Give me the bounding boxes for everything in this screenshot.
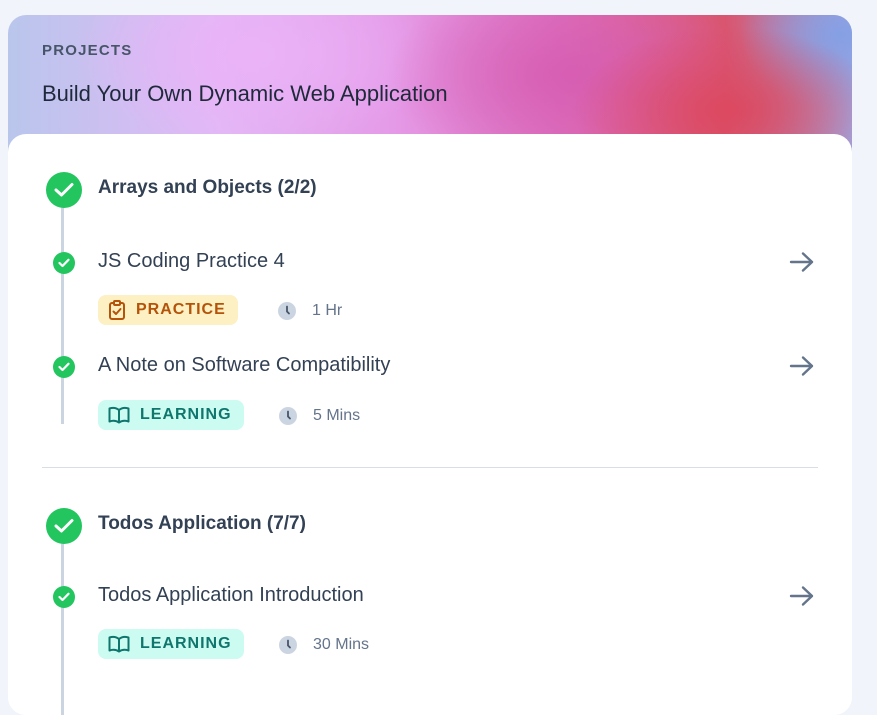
arrow-right-icon[interactable] [786, 246, 818, 278]
item-title[interactable]: JS Coding Practice 4 [98, 250, 285, 273]
badge-label: PRACTICE [136, 301, 226, 318]
clock-icon [279, 407, 297, 425]
list-item-js-coding-practice-4[interactable]: JS Coding Practice 4 PRACTICE 1 Hr [8, 250, 852, 348]
banner-eyebrow: PROJECTS [42, 42, 133, 59]
duration-text: 5 Mins [313, 407, 361, 424]
section-title: Arrays and Objects (2/2) [98, 177, 317, 198]
duration: 30 Mins [279, 636, 369, 654]
duration: 5 Mins [279, 407, 360, 425]
clock-icon [278, 302, 296, 320]
item-complete-check-icon [53, 356, 75, 378]
type-badge-practice: PRACTICE [98, 295, 238, 325]
list-item-todos-introduction[interactable]: Todos Application Introduction LEARNING … [8, 584, 852, 682]
duration-text: 1 Hr [312, 302, 343, 319]
duration: 1 Hr [278, 302, 342, 320]
badge-label: LEARNING [140, 406, 232, 423]
list-item-software-compatibility[interactable]: A Note on Software Compatibility LEARNIN… [8, 354, 852, 452]
item-complete-check-icon [53, 252, 75, 274]
type-badge-learning: LEARNING [98, 400, 244, 430]
duration-text: 30 Mins [313, 636, 370, 653]
page-title: Build Your Own Dynamic Web Application [42, 81, 448, 106]
clipboard-check-icon [109, 300, 125, 320]
section-title: Todos Application (7/7) [98, 513, 306, 534]
book-open-icon [108, 635, 130, 653]
section-complete-check-icon [46, 172, 82, 208]
arrow-right-icon[interactable] [786, 350, 818, 382]
arrow-right-icon[interactable] [786, 580, 818, 612]
clock-icon [279, 636, 297, 654]
item-complete-check-icon [53, 586, 75, 608]
item-title[interactable]: Todos Application Introduction [98, 584, 364, 607]
badge-label: LEARNING [140, 635, 232, 652]
course-content: Arrays and Objects (2/2) JS Coding Pract… [8, 134, 852, 715]
book-open-icon [108, 406, 130, 424]
type-badge-learning: LEARNING [98, 629, 244, 659]
project-card: PROJECTS Build Your Own Dynamic Web Appl… [8, 15, 852, 715]
section-divider [42, 467, 818, 468]
section-complete-check-icon [46, 508, 82, 544]
item-title[interactable]: A Note on Software Compatibility [98, 354, 390, 377]
